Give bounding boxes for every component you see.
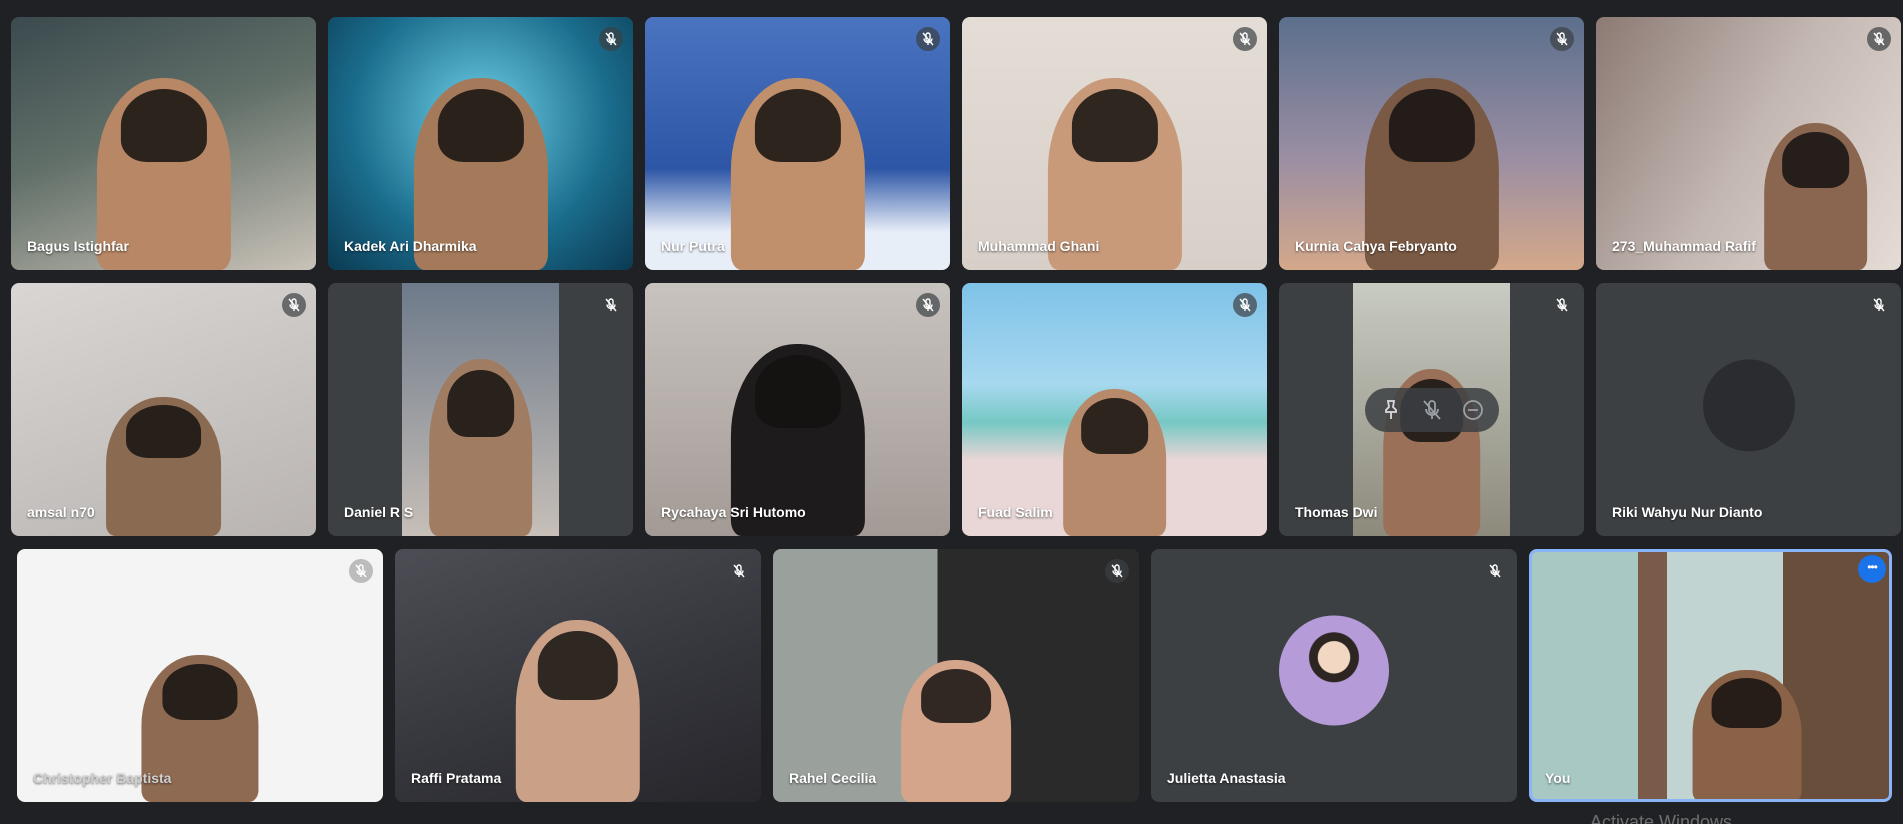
self-view-tile[interactable]: You: [1529, 549, 1892, 802]
participant-video: [1763, 123, 1868, 270]
participant-name: Kurnia Cahya Febryanto: [1295, 238, 1457, 254]
participant-video: [730, 77, 865, 270]
mic-off-icon: [599, 27, 623, 51]
more-options-icon[interactable]: [1858, 555, 1886, 583]
participant-name: Thomas Dwi: [1295, 504, 1378, 520]
mic-off-icon: [1233, 27, 1257, 51]
participant-tile[interactable]: Nur Putra: [645, 17, 950, 270]
mic-off-icon: [599, 293, 623, 317]
participant-name: Fuad Salim: [978, 504, 1053, 520]
participant-video: [515, 619, 641, 802]
participant-name: Christopher Baptista: [33, 770, 172, 786]
participant-name: Riki Wahyu Nur Dianto: [1612, 504, 1763, 520]
participant-video: [1692, 670, 1802, 802]
participant-name: Bagus Istighfar: [27, 238, 129, 254]
participant-tile[interactable]: Rahel Cecilia: [773, 549, 1139, 802]
participant-tile[interactable]: Raffi Pratama: [395, 549, 761, 802]
mic-off-icon: [1105, 559, 1129, 583]
participant-tile[interactable]: Julietta Anastasia: [1151, 549, 1517, 802]
participant-video: [1062, 389, 1167, 536]
mic-off-icon: [1550, 293, 1574, 317]
avatar: [1702, 358, 1795, 451]
participant-name: Daniel R S: [344, 504, 414, 520]
meeting-grid: Bagus Istighfar Kadek Ari Dharmika Nur P…: [0, 0, 1903, 824]
participant-name: Rahel Cecilia: [789, 770, 877, 786]
participant-tile[interactable]: 273_Muhammad Rafif: [1596, 17, 1901, 270]
participant-tile[interactable]: Muhammad Ghani: [962, 17, 1267, 270]
participant-tile[interactable]: Kadek Ari Dharmika: [328, 17, 633, 270]
mic-off-icon: [1233, 293, 1257, 317]
participant-name: Nur Putra: [661, 238, 725, 254]
pin-icon[interactable]: [1379, 398, 1403, 422]
participant-name: Raffi Pratama: [411, 770, 502, 786]
participant-tile[interactable]: Rycahaya Sri Hutomo: [645, 283, 950, 536]
mic-off-icon: [282, 293, 306, 317]
mic-off-icon: [916, 293, 940, 317]
mic-off-icon: [727, 559, 751, 583]
participant-name: You: [1545, 770, 1571, 786]
participant-name: Muhammad Ghani: [978, 238, 1100, 254]
mic-off-icon: [1483, 559, 1507, 583]
participant-tile[interactable]: Riki Wahyu Nur Dianto: [1596, 283, 1901, 536]
participant-tile[interactable]: Christopher Baptista: [17, 549, 383, 802]
participant-video: [105, 396, 222, 536]
participant-tile[interactable]: Bagus Istighfar: [11, 17, 316, 270]
mic-off-icon: [916, 27, 940, 51]
participant-hover-controls: [1365, 388, 1499, 432]
mic-off-icon: [349, 559, 373, 583]
mic-off-icon: [1867, 27, 1891, 51]
participant-name: Kadek Ari Dharmika: [344, 238, 477, 254]
participant-tile[interactable]: Fuad Salim: [962, 283, 1267, 536]
participant-tile[interactable]: amsal n70: [11, 283, 316, 536]
participant-tile[interactable]: Daniel R S: [328, 283, 633, 536]
participant-name: amsal n70: [27, 504, 95, 520]
participant-tile[interactable]: Kurnia Cahya Febryanto: [1279, 17, 1584, 270]
participant-name: Julietta Anastasia: [1167, 770, 1286, 786]
participant-video: [901, 660, 1011, 802]
participant-name: 273_Muhammad Rafif: [1612, 238, 1756, 254]
mute-icon[interactable]: [1420, 398, 1444, 422]
activate-windows-watermark: Activate Windows: [1590, 812, 1733, 824]
mic-off-icon: [1550, 27, 1574, 51]
avatar: [1279, 615, 1389, 725]
mic-off-icon: [1867, 293, 1891, 317]
participant-name: Rycahaya Sri Hutomo: [661, 504, 806, 520]
remove-icon[interactable]: [1461, 398, 1485, 422]
participant-video: [428, 358, 533, 536]
